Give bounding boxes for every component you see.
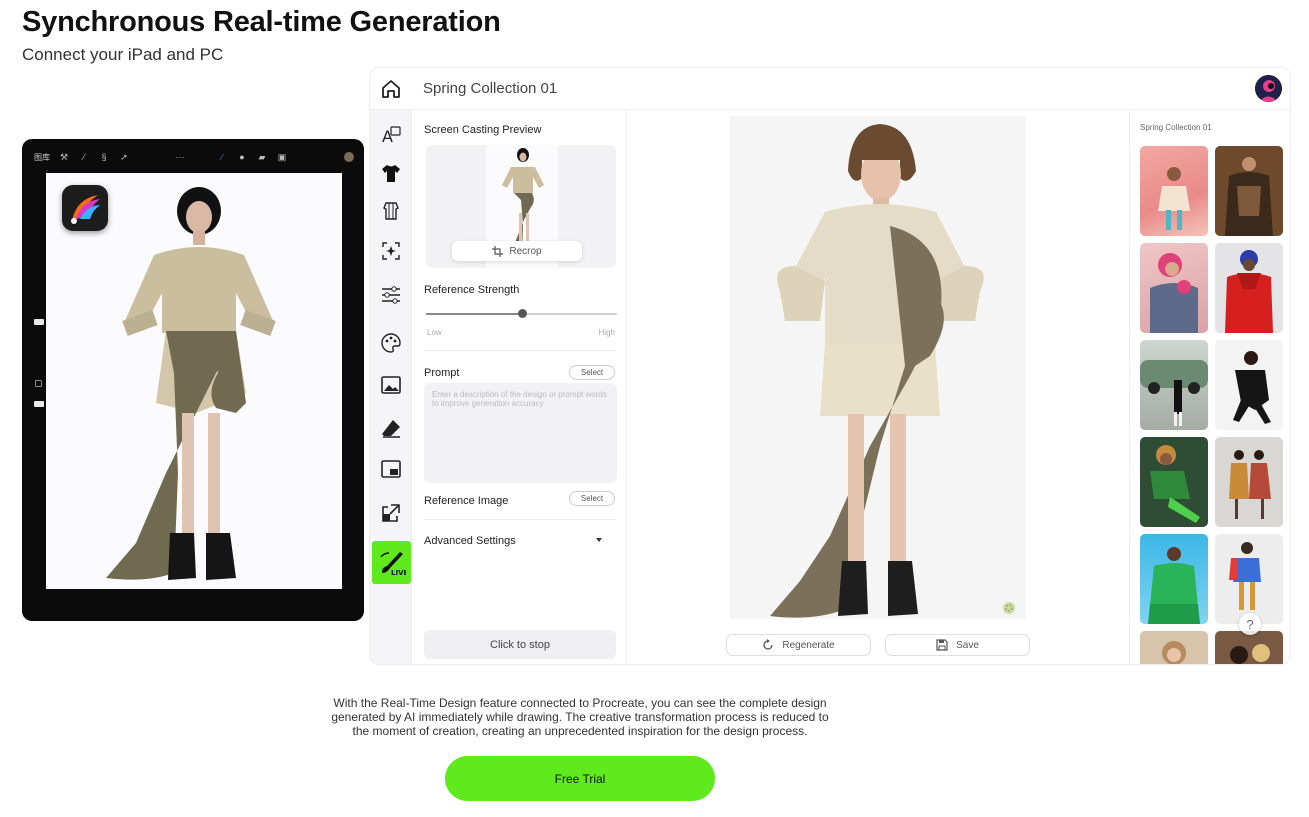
stop-button[interactable]: Click to stop xyxy=(424,630,616,659)
gallery-label: 图库 xyxy=(34,152,50,162)
slider-thumb[interactable] xyxy=(517,309,527,318)
tshirt-icon[interactable] xyxy=(378,160,404,186)
palette-icon[interactable] xyxy=(378,330,404,356)
avatar[interactable] xyxy=(1255,75,1282,102)
text-style-icon[interactable]: A xyxy=(378,122,404,148)
smudge-icon: ● xyxy=(239,152,245,162)
app-header: Spring Collection 01 xyxy=(370,68,1290,110)
refresh-icon xyxy=(763,639,774,650)
home-icon[interactable] xyxy=(380,78,402,100)
regenerate-button[interactable]: Regenerate xyxy=(726,634,871,656)
reference-strength-heading: Reference Strength xyxy=(424,284,520,296)
reference-image-heading: Reference Image xyxy=(424,495,509,507)
gallery-thumb[interactable] xyxy=(1140,146,1208,236)
prompt-select-button[interactable]: Select xyxy=(569,365,615,380)
gallery-thumb[interactable] xyxy=(1215,340,1283,430)
hero-subtitle: Connect your iPad and PC xyxy=(22,45,224,64)
app-window: Spring Collection 01 A LIV Screen Castin… xyxy=(369,67,1291,665)
slider-fill xyxy=(426,313,522,315)
tool-rail: A LIV xyxy=(370,110,412,664)
page: Synchronous Real-time Generation Connect… xyxy=(0,0,1309,817)
eraser-icon[interactable] xyxy=(378,415,404,441)
divider xyxy=(424,350,616,351)
gallery-thumb[interactable] xyxy=(1215,243,1283,333)
reference-select-button[interactable]: Select xyxy=(569,491,615,506)
image-icon[interactable] xyxy=(378,372,404,398)
hero-title: Synchronous Real-time Generation xyxy=(22,6,501,38)
brush-icon: ∕ xyxy=(221,152,223,162)
reference-strength-slider[interactable] xyxy=(426,309,617,318)
feature-description: With the Real-Time Design feature connec… xyxy=(331,696,829,738)
result-canvas: Regenerate Save xyxy=(628,110,1128,664)
procreate-logo xyxy=(62,185,108,231)
expand-icon[interactable] xyxy=(378,500,404,526)
gallery-thumb[interactable] xyxy=(1215,631,1283,664)
layers-icon: ▣ xyxy=(277,152,287,162)
free-trial-button[interactable]: Free Trial xyxy=(445,756,715,801)
save-button[interactable]: Save xyxy=(885,634,1030,656)
opacity-slider xyxy=(34,401,44,407)
gallery-thumb[interactable] xyxy=(1215,534,1283,624)
loading-spinner-icon xyxy=(1002,601,1016,615)
ipad-mockup: 图库 ⚒ ⁄ § ➚ ··· ∕ ● ▰ ▣ xyxy=(22,139,364,621)
live-brush-icon: LIVE xyxy=(379,551,406,577)
recrop-button[interactable]: Recrop xyxy=(452,241,582,261)
save-icon xyxy=(936,639,948,651)
gallery-thumb[interactable] xyxy=(1140,631,1208,664)
more-icon: ··· xyxy=(175,152,185,162)
sliders-icon[interactable] xyxy=(378,282,404,308)
svg-text:LIVE: LIVE xyxy=(391,569,406,577)
picture-in-picture-icon[interactable] xyxy=(378,456,404,482)
live-mode-button[interactable]: LIVE xyxy=(372,541,411,584)
gallery-thumb[interactable] xyxy=(1215,437,1283,527)
eraser-icon: ▰ xyxy=(258,152,266,162)
regenerate-label: Regenerate xyxy=(782,639,835,651)
generated-image[interactable] xyxy=(730,116,1026,619)
gallery-thumb[interactable] xyxy=(1140,534,1208,624)
prompt-input[interactable] xyxy=(424,383,617,483)
ai-frame-icon[interactable] xyxy=(378,238,404,264)
help-button[interactable]: ? xyxy=(1239,613,1261,635)
transform-icon: ➚ xyxy=(120,152,128,162)
screen-cast-heading: Screen Casting Preview xyxy=(424,124,542,136)
procreate-canvas xyxy=(46,173,342,589)
slider-low-label: Low xyxy=(427,328,442,337)
magic-wand-icon: ⁄ xyxy=(83,152,85,162)
gallery-thumb[interactable] xyxy=(1140,437,1208,527)
caret-down-icon[interactable] xyxy=(596,538,602,542)
save-label: Save xyxy=(956,639,979,651)
gallery-thumb[interactable] xyxy=(1140,243,1208,333)
gallery-thumb[interactable] xyxy=(1215,146,1283,236)
divider xyxy=(424,519,616,520)
garment-icon[interactable] xyxy=(378,198,404,224)
crop-icon xyxy=(492,245,504,257)
color-swatch xyxy=(344,152,354,162)
recrop-label: Recrop xyxy=(509,245,542,257)
gallery-title: Spring Collection 01 xyxy=(1140,123,1212,132)
selection-icon: § xyxy=(101,152,107,162)
gallery-thumb[interactable] xyxy=(1140,340,1208,430)
screen-cast-preview: Recrop xyxy=(426,145,616,268)
advanced-settings-toggle[interactable]: Advanced Settings xyxy=(424,535,516,547)
collection-gallery: Spring Collection 01 ? xyxy=(1129,110,1290,664)
wrench-icon: ⚒ xyxy=(59,152,69,162)
slider-high-label: High xyxy=(598,328,615,337)
brush-size-slider xyxy=(34,319,44,325)
generation-panel: Screen Casting Preview Recrop Reference … xyxy=(413,110,627,664)
modify-button-icon xyxy=(35,380,42,387)
prompt-heading: Prompt xyxy=(424,367,460,379)
procreate-toolbar: 图库 ⚒ ⁄ § ➚ ··· ∕ ● ▰ ▣ xyxy=(34,147,354,167)
fashion-sketch xyxy=(106,187,276,580)
project-title: Spring Collection 01 xyxy=(423,80,558,97)
